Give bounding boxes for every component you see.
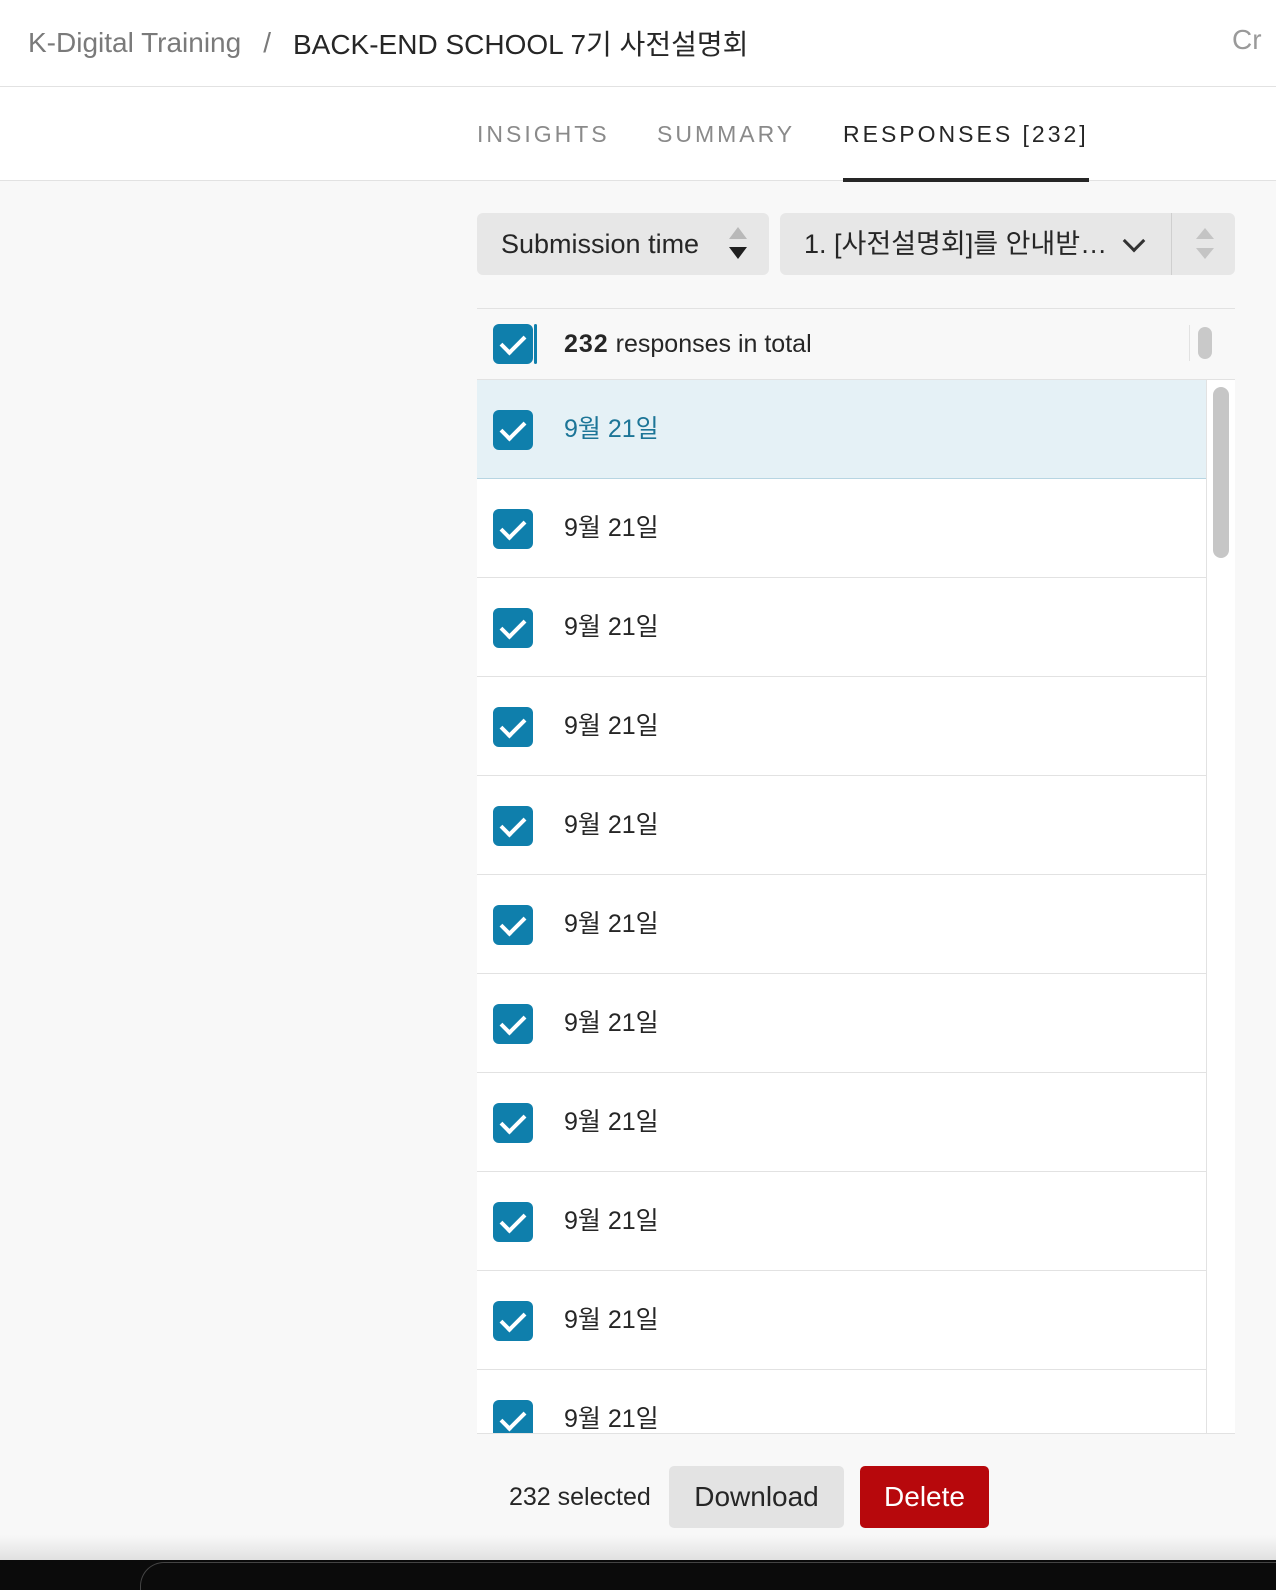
- list-item[interactable]: 9월 21일: [477, 1271, 1206, 1370]
- breadcrumb-separator: /: [263, 27, 271, 58]
- results-tab-bar: INSIGHTS SUMMARY RESPONSES [232]: [0, 87, 1276, 182]
- chevron-down-icon: [1122, 229, 1146, 253]
- breadcrumb-workspace[interactable]: K-Digital Training: [28, 27, 241, 59]
- row-checkbox[interactable]: [493, 608, 533, 648]
- row-date: 9월 21일: [564, 1207, 659, 1235]
- list-item[interactable]: 9월 21일: [477, 1370, 1206, 1433]
- row-date: 9월 21일: [564, 1306, 659, 1334]
- tab-insights[interactable]: INSIGHTS: [477, 87, 610, 181]
- list-item[interactable]: 9월 21일: [477, 974, 1206, 1073]
- row-date: 9월 21일: [564, 415, 659, 443]
- question-select-value: 1. [사전설명회]를 안내받…: [804, 229, 1108, 259]
- window-bottom-edge: [0, 1560, 1276, 1590]
- question-sort-arrows-icon[interactable]: [1196, 228, 1214, 260]
- tab-summary[interactable]: SUMMARY: [657, 87, 795, 181]
- list-item[interactable]: 9월 21일: [477, 1172, 1206, 1271]
- question-select[interactable]: 1. [사전설명회]를 안내받…: [780, 213, 1235, 275]
- select-divider: [1171, 213, 1172, 275]
- responses-rows: 9월 21일 9월 21일 9월 21일 9월 21일 9월 21일 9월 21…: [477, 380, 1206, 1433]
- row-checkbox[interactable]: [493, 410, 533, 450]
- list-item[interactable]: 9월 21일: [477, 776, 1206, 875]
- responses-total-number: 232: [564, 330, 609, 358]
- top-right-partial-label[interactable]: Cr: [1232, 24, 1262, 56]
- download-button[interactable]: Download: [669, 1466, 844, 1528]
- row-checkbox[interactable]: [493, 905, 533, 945]
- row-date: 9월 21일: [564, 514, 659, 542]
- row-date: 9월 21일: [564, 910, 659, 938]
- row-date: 9월 21일: [564, 712, 659, 740]
- delete-button[interactable]: Delete: [860, 1466, 989, 1528]
- row-checkbox[interactable]: [493, 1400, 533, 1433]
- row-checkbox[interactable]: [493, 1301, 533, 1341]
- list-item[interactable]: 9월 21일: [477, 1073, 1206, 1172]
- bulk-actions-bar: 232 selected Download Delete: [477, 1466, 1235, 1528]
- tab-responses[interactable]: RESPONSES [232]: [843, 87, 1089, 182]
- list-item[interactable]: 9월 21일: [477, 380, 1206, 479]
- breadcrumb-form-title[interactable]: BACK-END SCHOOL 7기 사전설명회: [293, 23, 748, 63]
- responses-list-header: 232 responses in total: [477, 309, 1235, 380]
- list-item[interactable]: 9월 21일: [477, 875, 1206, 974]
- row-checkbox[interactable]: [493, 1103, 533, 1143]
- sort-button[interactable]: Submission time: [477, 213, 769, 275]
- select-all-focus-ring: [534, 324, 537, 364]
- row-checkbox[interactable]: [493, 509, 533, 549]
- list-item[interactable]: 9월 21일: [477, 578, 1206, 677]
- sort-label: Submission time: [501, 228, 700, 259]
- responses-total-suffix: responses in total: [615, 330, 812, 358]
- row-checkbox[interactable]: [493, 707, 533, 747]
- select-all-checkbox[interactable]: [493, 324, 533, 364]
- list-item[interactable]: 9월 21일: [477, 479, 1206, 578]
- header-scroll-stub: [1189, 325, 1219, 361]
- bottom-shadow: [0, 1535, 1276, 1560]
- row-checkbox[interactable]: [493, 1004, 533, 1044]
- selected-count: 232 selected: [509, 1483, 651, 1511]
- row-checkbox[interactable]: [493, 806, 533, 846]
- row-date: 9월 21일: [564, 1108, 659, 1136]
- list-scrollbar[interactable]: [1206, 380, 1235, 1433]
- list-item[interactable]: 9월 21일: [477, 677, 1206, 776]
- list-scrollbar-thumb[interactable]: [1213, 387, 1229, 558]
- row-date: 9월 21일: [564, 613, 659, 641]
- row-date: 9월 21일: [564, 1009, 659, 1037]
- row-date: 9월 21일: [564, 811, 659, 839]
- row-date: 9월 21일: [564, 1405, 659, 1433]
- sort-arrows-icon: [729, 227, 747, 261]
- responses-total: 232 responses in total: [564, 309, 812, 379]
- responses-list: 232 responses in total 9월 21일 9월 21일 9월 …: [477, 308, 1235, 1434]
- top-bar: K-Digital Training / BACK-END SCHOOL 7기 …: [0, 0, 1276, 87]
- row-checkbox[interactable]: [493, 1202, 533, 1242]
